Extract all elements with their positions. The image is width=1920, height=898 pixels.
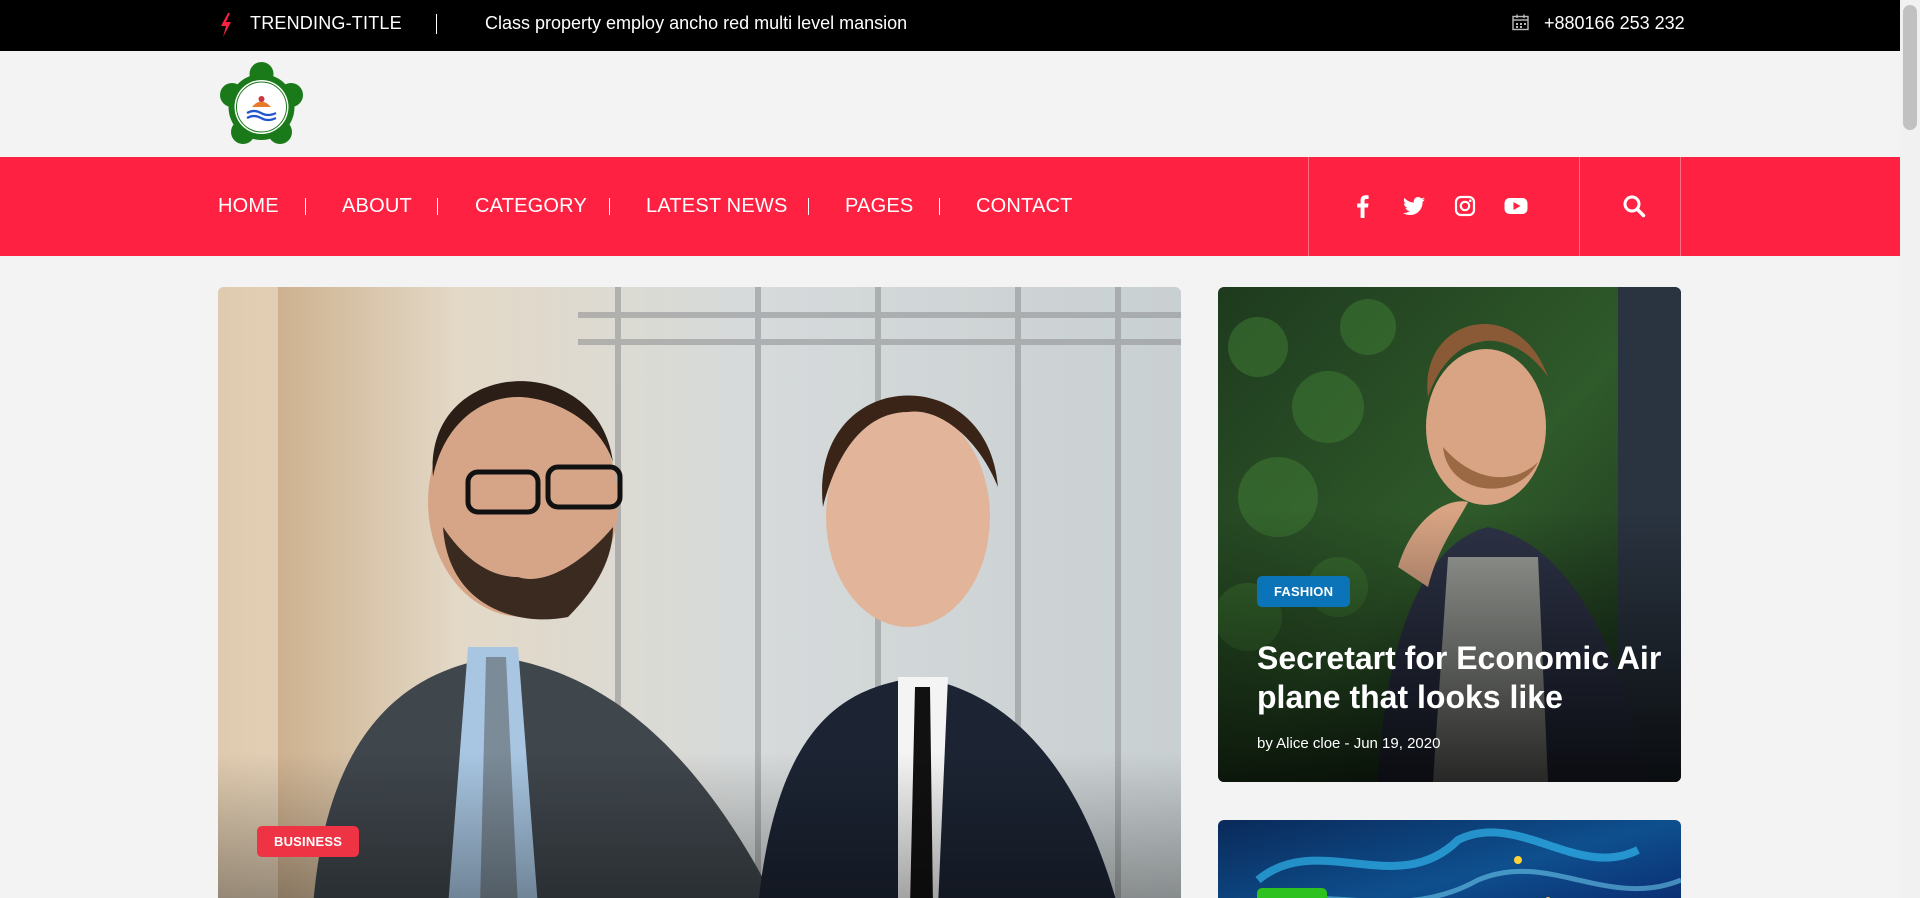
trending-headline[interactable]: Class property employ ancho red multi le… — [485, 13, 907, 34]
category-badge-fashion[interactable]: FASHION — [1257, 576, 1351, 607]
category-badge-tech[interactable]: TECH — [1257, 888, 1328, 898]
side-post-meta: by Alice cloe - Jun 19, 2020 — [1257, 735, 1441, 752]
main-navbar: HOME ABOUT CATEGORY LATEST NEWS PAGES CO… — [0, 157, 1900, 256]
nav-item-home[interactable]: HOME — [218, 195, 279, 218]
side-post-image — [1218, 820, 1681, 898]
lightning-icon — [221, 13, 231, 37]
category-badge-business[interactable]: BUSINESS — [257, 826, 360, 857]
featured-post-card[interactable]: BUSINESS — [218, 287, 1181, 898]
nav-separator — [939, 198, 940, 215]
nav-item-contact[interactable]: CONTACT — [976, 195, 1073, 218]
divider — [436, 14, 437, 34]
side-post-title[interactable]: Secretart for Economic Air plane that lo… — [1257, 639, 1667, 717]
nav-divider — [1680, 157, 1681, 256]
nav-separator — [808, 198, 809, 215]
top-bar: TRENDING-TITLE Class property employ anc… — [0, 0, 1900, 51]
calendar-icon — [1512, 14, 1529, 31]
nav-item-pages[interactable]: PAGES — [845, 195, 913, 218]
facebook-icon[interactable] — [1350, 193, 1376, 219]
site-logo[interactable] — [218, 62, 305, 149]
nav-divider — [1308, 157, 1309, 256]
side-post-card[interactable]: TECH — [1218, 820, 1681, 898]
phone-number[interactable]: +880166 253 232 — [1544, 13, 1685, 34]
nav-item-about[interactable]: ABOUT — [342, 195, 412, 218]
nav-separator — [305, 198, 306, 215]
trending-label: TRENDING-TITLE — [250, 13, 402, 33]
twitter-icon[interactable] — [1401, 193, 1427, 219]
instagram-icon[interactable] — [1452, 193, 1478, 219]
side-post-card[interactable]: FASHION Secretart for Economic Air plane… — [1218, 287, 1681, 782]
nav-item-latest-news[interactable]: LATEST NEWS — [646, 195, 788, 218]
featured-post-image — [218, 287, 1181, 898]
nav-separator — [437, 198, 438, 215]
nav-separator — [609, 198, 610, 215]
page-scrollbar[interactable] — [1900, 0, 1920, 898]
search-icon[interactable] — [1621, 193, 1647, 219]
scrollbar-thumb[interactable] — [1903, 5, 1917, 130]
nav-divider — [1579, 157, 1580, 256]
nav-item-category[interactable]: CATEGORY — [475, 195, 587, 218]
youtube-icon[interactable] — [1503, 193, 1529, 219]
